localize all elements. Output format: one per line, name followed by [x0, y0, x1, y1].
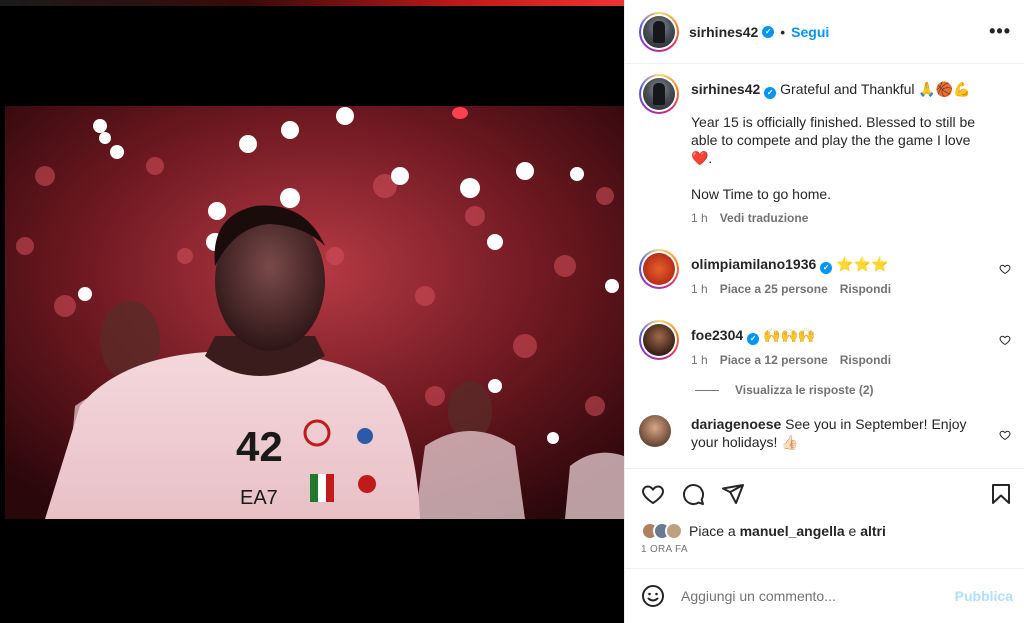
share-icon[interactable] [721, 482, 745, 506]
comment-row: foe2304 ✓ 🙌🙌🙌 1 h Piace a 12 persone Risp… [639, 320, 1011, 369]
commenter-avatar[interactable] [639, 415, 671, 447]
add-comment-bar: Pubblica [625, 568, 1024, 623]
emoji-icon[interactable] [641, 584, 665, 608]
caption-time: 1 h [691, 211, 708, 225]
verified-badge-icon: ✓ [820, 262, 833, 274]
commenter-username[interactable]: foe2304 [691, 327, 743, 343]
comment-row: olimpiamilano1936 ✓ ⭐⭐⭐ 1 h Piace a 25 pe… [639, 249, 1011, 298]
commenter-username[interactable]: dariagenoese [691, 416, 781, 432]
likes-prefix: Piace a [689, 523, 736, 539]
commenter-username[interactable]: olimpiamilano1936 [691, 256, 816, 272]
post-photo[interactable]: 42 EA7 [5, 106, 624, 519]
caption-paragraph: Year 15 is officially finished. Blessed … [691, 114, 976, 166]
comment-likes-count[interactable]: Piace a 25 persone [720, 280, 828, 298]
action-bar [625, 468, 1024, 518]
verified-badge-icon: ✓ [747, 333, 760, 345]
follow-button[interactable]: Segui [791, 24, 829, 40]
comment-likes-count[interactable]: Piace a 12 persone [720, 351, 828, 369]
reply-button[interactable]: Rispondi [840, 351, 891, 369]
likes-others-link[interactable]: altri [860, 523, 886, 539]
caption: sirhines42 ✓ Grateful and Thankful 🙏🏀💪 Ye… [639, 74, 1011, 227]
post-comment-button[interactable]: Pubblica [955, 588, 1013, 604]
svg-text:EA7: EA7 [240, 487, 278, 509]
caption-username[interactable]: sirhines42 [691, 81, 760, 97]
view-replies-button[interactable]: Visualizza le risposte (2) [695, 383, 1011, 397]
comment-text: ⭐⭐⭐ [836, 256, 889, 272]
comments-list[interactable]: sirhines42 ✓ Grateful and Thankful 🙏🏀💪 Ye… [625, 64, 1024, 468]
reply-button[interactable]: Rispondi [840, 280, 891, 298]
author-avatar[interactable] [639, 11, 679, 52]
commenter-avatar[interactable] [639, 320, 679, 360]
comment-text: 🙌🙌🙌 [763, 327, 816, 343]
verified-badge-icon: ✓ [764, 87, 777, 99]
comment-time: 1 h [691, 282, 708, 296]
post-timestamp: 1 ORA FA [641, 544, 688, 555]
post-viewer: 42 EA7 sirhines42 ✓ • Segui ••• sirhines… [0, 0, 1024, 623]
view-replies-label[interactable]: Visualizza le risposte (2) [735, 383, 874, 397]
comment-like-heart-icon[interactable] [999, 429, 1011, 441]
media-area: 42 EA7 [0, 0, 624, 623]
caption-author-avatar[interactable] [639, 74, 679, 114]
comment-time: 1 h [691, 353, 708, 367]
separator-dot: • [780, 23, 786, 40]
more-options-icon[interactable]: ••• [989, 22, 1011, 40]
background-strip [0, 0, 624, 6]
heart-icon[interactable] [641, 482, 665, 506]
comment-input[interactable] [681, 588, 941, 604]
caption-paragraph: Now Time to go home. [691, 186, 832, 202]
see-translation-link[interactable]: Vedi traduzione [720, 209, 809, 227]
liker-username[interactable]: manuel_angella [740, 523, 845, 539]
comment-icon[interactable] [681, 482, 705, 506]
author-username[interactable]: sirhines42 [689, 24, 758, 40]
likes-joiner: e [848, 523, 857, 539]
replies-divider [695, 389, 719, 391]
svg-text:42: 42 [236, 423, 283, 470]
commenter-avatar[interactable] [639, 249, 679, 289]
comment-row: dariagenoese See you in September! Enjoy… [639, 415, 1011, 451]
caption-title: Grateful and Thankful 🙏🏀💪 [780, 81, 971, 97]
bookmark-icon[interactable] [989, 482, 1013, 506]
post-side-panel: sirhines42 ✓ • Segui ••• sirhines42 ✓ Gra… [624, 0, 1024, 623]
comment-like-heart-icon[interactable] [999, 263, 1011, 275]
comment-like-heart-icon[interactable] [999, 334, 1011, 346]
liker-avatar [665, 522, 683, 540]
verified-badge-icon: ✓ [762, 25, 775, 38]
post-header: sirhines42 ✓ • Segui ••• [625, 0, 1024, 64]
likes-summary[interactable]: Piace a manuel_angella e altri [641, 522, 886, 540]
